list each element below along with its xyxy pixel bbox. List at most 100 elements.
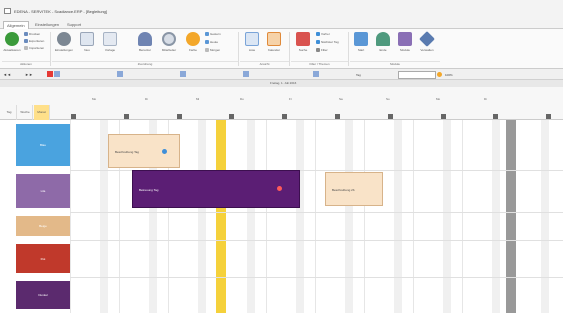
week-cell[interactable] [152,71,158,77]
view-mode-select[interactable]: Tag [356,73,361,77]
week-cell[interactable] [194,71,200,77]
zoom-level[interactable]: 100% [445,73,453,77]
lane-4[interactable]: Dunkel [0,277,70,313]
view-button-monat[interactable]: Monat [34,105,50,120]
week-cell[interactable] [236,71,242,77]
week-cell[interactable] [292,71,298,77]
week-cell[interactable] [341,71,347,77]
tab-allgemein[interactable]: Allgemein [3,21,29,29]
week-cell[interactable] [103,71,109,77]
week-cell[interactable] [89,71,95,77]
lane-2[interactable]: Beige [0,212,70,240]
week-cell[interactable] [285,71,291,77]
week-cell[interactable] [54,71,60,77]
week-cell[interactable] [243,71,249,77]
week-cell[interactable] [110,71,116,77]
tools-icon [419,31,435,47]
week-cell[interactable] [215,71,221,77]
next-period-button[interactable]: ►► [25,72,33,77]
ribbon-small-heute[interactable]: Heute [205,40,218,45]
week-cell[interactable] [222,71,228,77]
week-cell[interactable] [96,71,102,77]
ribbon-small-naechster[interactable]: Nächster Tag [316,40,339,45]
ribbon-button-ende[interactable]: Ende [374,31,392,52]
ribbon-button-module[interactable]: Module [396,31,414,52]
week-cell[interactable] [47,71,53,77]
ribbon-button-farbe[interactable]: Farbe [184,31,202,52]
hour-cell [243,114,248,119]
ribbon-button-neu[interactable]: Neu [78,31,96,52]
week-cell[interactable] [271,71,277,77]
appointment[interactable]: Beschreibung 2b [325,172,383,206]
lane-1[interactable]: Lila [0,170,70,212]
schedule-grid[interactable]: Beschreibung Tag Betreuung Tag Beschreibun… [70,120,563,313]
week-cell[interactable] [138,71,144,77]
week-cell[interactable] [166,71,172,77]
view-button-tag[interactable]: Tag [2,105,17,120]
ribbon-button-verwalten[interactable]: Verwalten [418,31,436,52]
week-cell[interactable] [208,71,214,77]
hour-cell [170,114,175,119]
week-cell[interactable] [320,71,326,77]
week-cell[interactable] [61,71,67,77]
lane-3[interactable]: Rot [0,240,70,277]
week-cell[interactable] [180,71,186,77]
week-cell[interactable] [75,71,81,77]
prev-period-button[interactable]: ◄◄ [3,72,11,77]
ribbon-button-suche[interactable]: Suche [294,31,312,52]
week-cell[interactable] [187,71,193,77]
week-cell[interactable] [334,71,340,77]
ribbon-button-kalender[interactable]: Kalender [265,31,283,52]
ribbon-small-gestern[interactable]: Gestern [205,32,221,37]
week-cell[interactable] [299,71,305,77]
hour-cell [414,114,419,119]
week-cell[interactable] [173,71,179,77]
week-cell[interactable] [68,71,74,77]
ribbon-small-vorher[interactable]: Vorher [316,32,330,37]
week-cell[interactable] [313,71,319,77]
tab-einstellungen[interactable]: Einstellungen [32,21,62,29]
week-cell[interactable] [229,71,235,77]
ribbon-small-morgen[interactable]: Morgen [205,48,220,53]
ribbon-small-filter[interactable]: Filter [316,48,328,53]
appointment[interactable]: Betreuung Tag [132,170,300,208]
hour-cell [163,114,168,119]
ribbon-button-benutzer[interactable]: Benutzer [136,31,154,52]
today-icon[interactable] [437,72,442,77]
week-cell[interactable] [327,71,333,77]
week-cell[interactable] [131,71,137,77]
calendar-small-icon [205,32,209,37]
week-cell[interactable] [82,71,88,77]
week-cell[interactable] [201,71,207,77]
week-cell[interactable] [348,71,354,77]
ribbon-button-vorlage[interactable]: Vorlage [101,31,119,52]
date-input[interactable] [398,71,436,79]
week-cell[interactable] [306,71,312,77]
appointment[interactable]: Beschreibung Tag [108,134,180,168]
ribbon-button-einstellungen[interactable]: Einstellungen [55,31,73,52]
tab-support[interactable]: Support [64,21,84,29]
week-cell[interactable] [278,71,284,77]
hour-cell [315,114,320,119]
week-cell[interactable] [145,71,151,77]
hour-cell [295,114,300,119]
week-cell[interactable] [40,71,46,77]
hour-cell [460,114,465,119]
ribbon-button-start[interactable]: Start [352,31,370,52]
lane-0[interactable]: Blau [0,120,70,170]
export-button[interactable]: Exportieren [24,39,44,44]
week-cell[interactable] [124,71,130,77]
print-button[interactable]: Drucken [24,32,40,37]
week-cell[interactable] [257,71,263,77]
view-button-woche[interactable]: Woche [18,105,33,120]
import-button[interactable]: Importieren [24,46,44,51]
week-cell[interactable] [264,71,270,77]
week-cell[interactable] [117,71,123,77]
ribbon-button-mitarbeiter[interactable]: Mitarbeiter [160,31,178,52]
week-cell[interactable] [250,71,256,77]
week-cell[interactable] [159,71,165,77]
refresh-button[interactable]: Aktualisieren [3,31,21,52]
arrow-icon [316,40,320,45]
grid-day-line [413,120,414,313]
ribbon-button-liste[interactable]: Liste [243,31,261,52]
